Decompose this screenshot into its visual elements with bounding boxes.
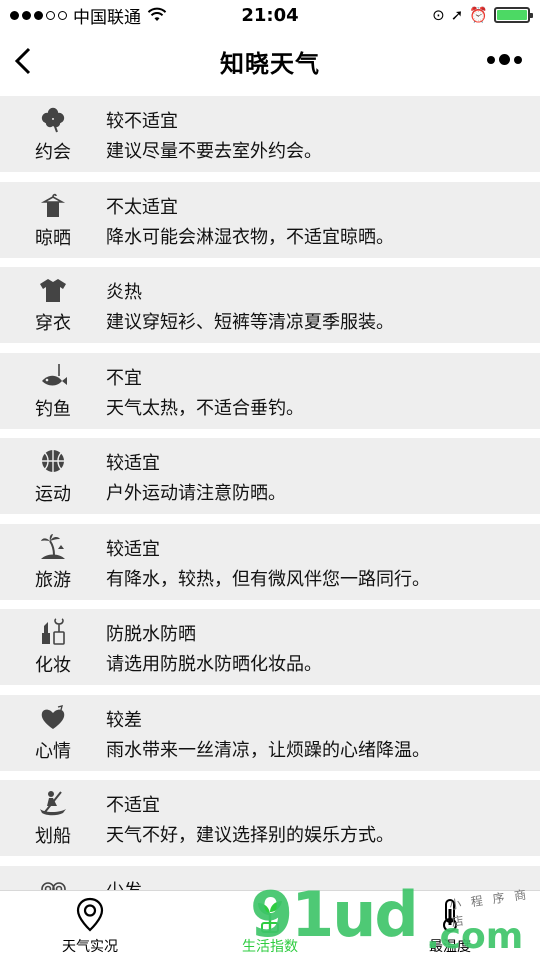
index-detail: 降水可能会淋湿衣物，不适宜晾晒。 — [106, 226, 394, 248]
row-text-column: 较不适宜建议尽量不要去室外约会。 — [106, 96, 322, 172]
index-detail: 户外运动请注意防晒。 — [106, 483, 286, 504]
hanger-shirt-icon — [38, 190, 68, 220]
rotation-lock-icon: ⊙ — [432, 6, 445, 24]
index-name: 约会 — [35, 142, 71, 163]
row-text-column: 较适宜有降水，较热，但有微风伴您一路同行。 — [106, 524, 430, 600]
index-brief: 较适宜 — [106, 453, 160, 474]
index-brief: 较差 — [106, 709, 142, 731]
index-name: 穿衣 — [35, 313, 71, 334]
wifi-icon — [147, 7, 167, 21]
heart-icon — [38, 703, 68, 733]
cosmetics-icon — [38, 617, 68, 647]
index-detail: 天气不好，建议选择别的娱乐方式。 — [106, 825, 394, 846]
index-name: 化妆 — [35, 655, 71, 676]
index-brief: 较适宜 — [106, 538, 160, 560]
fish-hook-icon — [38, 361, 68, 391]
row-icon-column: 约会 — [0, 96, 106, 172]
alarm-icon: ⏰ — [469, 6, 488, 24]
row-icon-column: 钓鱼 — [0, 353, 106, 429]
index-detail: 请选用防脱水防晒化妆品。 — [106, 654, 322, 675]
life-index-row: 运动 较适宜户外运动请注意防晒。 — [0, 438, 540, 514]
index-name: 心情 — [35, 740, 71, 762]
status-left: 中国联通 — [10, 3, 167, 28]
index-brief: 不太适宜 — [106, 196, 178, 218]
row-icon-column — [0, 866, 106, 890]
location-arrow-icon: ➚ — [450, 6, 464, 24]
life-index-row: 旅游 较适宜有降水，较热，但有微风伴您一路同行。 — [0, 523, 540, 600]
row-text-column: 较适宜户外运动请注意防晒。 — [106, 438, 286, 514]
clover-icon — [38, 104, 68, 134]
tab-label: 最温度 — [429, 939, 471, 955]
row-text-column: 不宜天气太热，不适合垂钓。 — [106, 353, 304, 429]
index-brief: 少发 — [106, 879, 142, 891]
swirl-icon — [38, 874, 68, 890]
tab-life-index[interactable]: 生活指数 — [180, 891, 360, 960]
life-index-row: 晾晒 不太适宜降水可能会淋湿衣物，不适宜晾晒。 — [0, 181, 540, 258]
life-index-row: 穿衣 炎热建议穿短衫、短裤等清凉夏季服装。 — [0, 267, 540, 343]
index-brief: 防脱水防晒 — [106, 624, 196, 645]
status-bar: 中国联通 21:04 ⊙ ➚ ⏰ — [0, 0, 540, 30]
row-icon-column: 化妆 — [0, 609, 106, 685]
index-detail: 天气太热，不适合垂钓。 — [106, 397, 304, 419]
life-index-row: 化妆 防脱水防晒请选用防脱水防晒化妆品。 — [0, 609, 540, 685]
location-pin-icon — [72, 896, 108, 934]
index-brief: 较不适宜 — [106, 111, 178, 132]
row-icon-column: 划船 — [0, 780, 106, 856]
index-detail: 有降水，较热，但有微风伴您一路同行。 — [106, 568, 430, 590]
row-icon-column: 旅游 — [0, 524, 106, 600]
row-text-column: 防脱水防晒请选用防脱水防晒化妆品。 — [106, 609, 322, 685]
index-brief: 不宜 — [106, 367, 142, 389]
index-name: 旅游 — [35, 569, 71, 591]
basketball-icon — [38, 446, 68, 476]
more-dots-icon[interactable] — [487, 54, 522, 65]
thermometer-icon — [432, 896, 468, 934]
life-index-row: 钓鱼 不宜天气太热，不适合垂钓。 — [0, 352, 540, 429]
island-palm-icon — [38, 532, 68, 562]
carrier-label: 中国联通 — [73, 7, 141, 28]
index-name: 晾晒 — [35, 227, 71, 249]
tab-bar: 天气实况 生活指数 最温度 — [0, 890, 540, 960]
row-text-column: 炎热建议穿短衫、短裤等清凉夏季服装。 — [106, 267, 394, 343]
index-brief: 不适宜 — [106, 795, 160, 816]
index-detail: 建议尽量不要去室外约会。 — [106, 141, 322, 162]
index-brief: 炎热 — [106, 282, 142, 303]
tab-temperature[interactable]: 最温度 — [360, 891, 540, 960]
tshirt-icon — [38, 275, 68, 305]
index-name: 划船 — [35, 826, 71, 847]
battery-icon — [494, 7, 533, 23]
index-detail: 雨水带来一丝清凉，让烦躁的心绪降温。 — [106, 739, 430, 761]
life-index-row: 划船 不适宜天气不好，建议选择别的娱乐方式。 — [0, 780, 540, 856]
signal-strength-icon — [10, 10, 67, 20]
battery-fill — [497, 10, 527, 20]
row-text-column: 少发 — [106, 866, 142, 891]
nav-bar: 知晓天气 — [0, 30, 540, 92]
life-index-row: 心情 较差雨水带来一丝清凉，让烦躁的心绪降温。 — [0, 694, 540, 771]
life-index-row: 约会 较不适宜建议尽量不要去室外约会。 — [0, 96, 540, 172]
tab-label: 生活指数 — [242, 939, 298, 955]
row-icon-column: 晾晒 — [0, 182, 106, 258]
status-right: ⊙ ➚ ⏰ — [432, 6, 533, 24]
sprout-icon — [252, 896, 288, 934]
row-text-column: 不太适宜降水可能会淋湿衣物，不适宜晾晒。 — [106, 182, 394, 258]
life-index-row: 少发 — [0, 865, 540, 891]
row-icon-column: 运动 — [0, 438, 106, 514]
index-name: 运动 — [35, 484, 71, 505]
row-icon-column: 心情 — [0, 695, 106, 771]
chevron-left-icon[interactable] — [12, 44, 42, 78]
rowing-icon — [38, 788, 68, 818]
tab-label: 天气实况 — [62, 939, 118, 955]
row-text-column: 不适宜天气不好，建议选择别的娱乐方式。 — [106, 780, 394, 856]
page-title: 知晓天气 — [220, 49, 320, 78]
row-text-column: 较差雨水带来一丝清凉，让烦躁的心绪降温。 — [106, 695, 430, 771]
life-index-list: 约会 较不适宜建议尽量不要去室外约会。晾晒 不太适宜降水可能会淋湿衣物，不适宜晾晒。… — [0, 92, 540, 890]
tab-weather-now[interactable]: 天气实况 — [0, 891, 180, 960]
index-detail: 建议穿短衫、短裤等清凉夏季服装。 — [106, 312, 394, 333]
index-name: 钓鱼 — [35, 398, 71, 420]
row-icon-column: 穿衣 — [0, 267, 106, 343]
